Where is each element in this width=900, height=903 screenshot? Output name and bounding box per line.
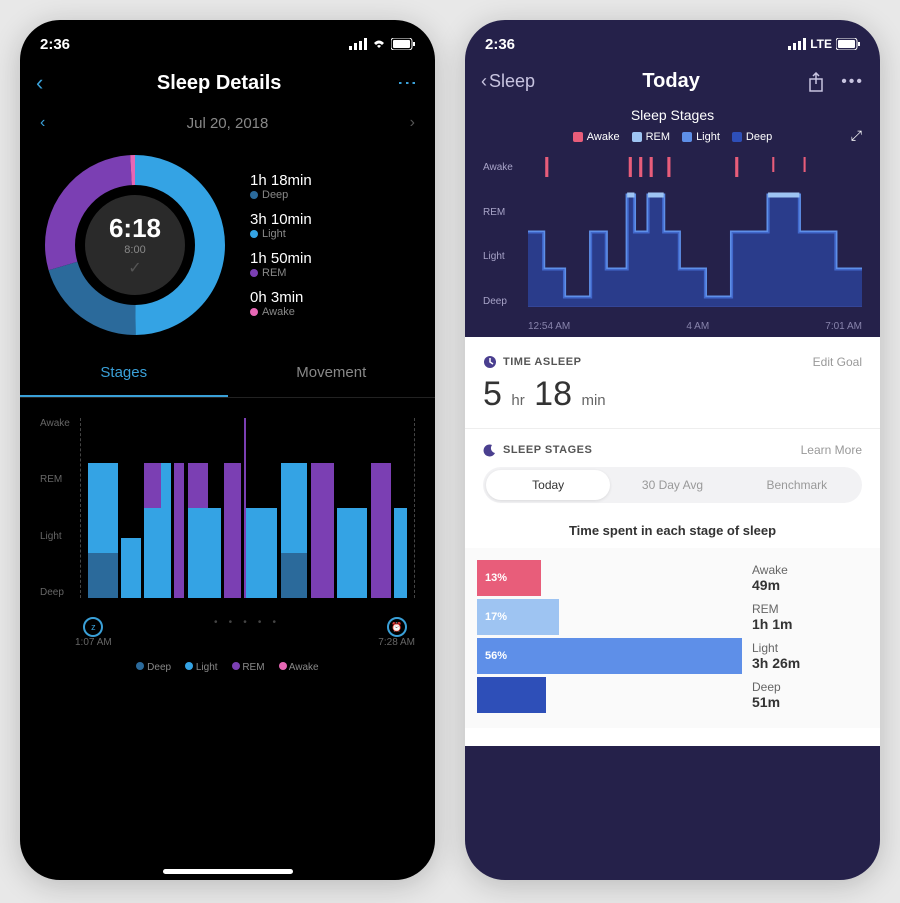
signal-icon (349, 38, 367, 50)
clock-icon (483, 355, 497, 369)
chart-bars (80, 418, 415, 598)
y-axis: Awake REM Light Deep (483, 157, 513, 307)
stage-bars: 13% Awake49m 17% REM1h 1m 56% Light3h 26… (465, 548, 880, 728)
legend-rem: 1h 50min REM (250, 250, 312, 279)
status-icons: LTE (788, 37, 860, 51)
prev-day-button[interactable]: ‹ (40, 114, 45, 132)
date-label: Jul 20, 2018 (187, 115, 269, 132)
sleep-stages-label: SLEEP STAGES (483, 443, 592, 457)
back-button[interactable]: ‹Sleep (481, 71, 535, 92)
time-asleep-value: 5 hr 18 min (483, 369, 862, 428)
legend-light: 3h 10min Light (250, 211, 312, 240)
header: ‹ Sleep Details ⋮ (20, 60, 435, 106)
phone-garmin: 2:36 ‹ Sleep Details ⋮ ‹ Jul 20, 2018 › … (20, 20, 435, 880)
next-day-button[interactable]: › (410, 114, 415, 132)
wifi-icon (371, 38, 387, 50)
phone-fitbit: 2:36 LTE ‹Sleep Today ••• Sleep Stages A… (465, 20, 880, 880)
page-title: Today (535, 70, 807, 93)
dot-icon (250, 191, 258, 199)
back-button[interactable]: ‹ (36, 70, 43, 96)
bar-icon (477, 677, 546, 713)
stage-row-awake: 13% Awake49m (477, 560, 868, 596)
status-bar: 2:36 LTE (465, 20, 880, 60)
sleep-end-icon: ⏰ (387, 617, 407, 637)
chart-legend: Awake REM Light Deep (465, 127, 880, 147)
status-time: 2:36 (40, 36, 70, 53)
stage-row-light: 56% Light3h 26m (477, 638, 868, 674)
chart-legend: Deep Light REM Awake (20, 662, 435, 673)
donut-center: 6:18 8:00 ✓ (85, 195, 185, 295)
donut-section: 6:18 8:00 ✓ 1h 18min Deep 3h 10min Light… (20, 140, 435, 350)
tab-stages[interactable]: Stages (20, 350, 228, 397)
expand-icon[interactable]: ⤢ (851, 127, 862, 144)
sleep-goal: 8:00 (124, 244, 145, 256)
pill-tabs: Today 30 Day Avg Benchmark (483, 467, 862, 503)
status-bar: 2:36 (20, 20, 435, 60)
pill-today[interactable]: Today (486, 470, 610, 500)
status-icons (349, 38, 415, 50)
signal-icon (788, 38, 806, 50)
date-nav: ‹ Jul 20, 2018 › (20, 106, 435, 140)
dot-icon (250, 269, 258, 277)
learn-more-link[interactable]: Learn More (801, 443, 862, 457)
hypnogram[interactable]: ⤢ Awake REM Light Deep 12:54 AM (483, 157, 862, 337)
sleep-start-icon: z (83, 617, 103, 637)
more-button[interactable]: ⋮ (395, 73, 419, 93)
x-axis: z1:07 AM • • • • • ⏰7:28 AM (75, 617, 415, 648)
bar-icon: 17% (477, 599, 559, 635)
total-sleep: 6:18 (109, 213, 161, 244)
time-asleep-label: TIME ASLEEP (483, 355, 581, 369)
more-button[interactable]: ••• (841, 73, 864, 91)
stage-row-deep: Deep51m (477, 677, 868, 713)
network-label: LTE (810, 37, 832, 51)
page-title: Sleep Details (43, 72, 395, 95)
chart-title: Sleep Stages (465, 103, 880, 127)
stage-subtitle: Time spent in each stage of sleep (483, 513, 862, 548)
header: ‹Sleep Today ••• (465, 60, 880, 103)
donut-legend: 1h 18min Deep 3h 10min Light 1h 50min RE… (250, 172, 312, 318)
moon-icon (483, 443, 497, 457)
x-axis: 12:54 AM 4 AM 7:01 AM (528, 321, 862, 332)
battery-icon (391, 38, 415, 50)
hypno-plot (528, 157, 862, 307)
legend-deep: 1h 18min Deep (250, 172, 312, 201)
home-indicator[interactable] (163, 869, 293, 874)
status-time: 2:36 (485, 36, 515, 53)
stage-row-rem: 17% REM1h 1m (477, 599, 868, 635)
stages-chart[interactable]: Awake REM Light Deep z1:07 AM • (20, 398, 435, 678)
y-axis: Awake REM Light Deep (40, 418, 70, 598)
bar-icon: 13% (477, 560, 541, 596)
battery-icon (836, 38, 860, 50)
pill-benchmark[interactable]: Benchmark (735, 470, 859, 500)
check-icon: ✓ (128, 258, 141, 278)
edit-goal-link[interactable]: Edit Goal (813, 355, 862, 369)
tabs: Stages Movement (20, 350, 435, 398)
details-section: TIME ASLEEP Edit Goal 5 hr 18 min SLEEP … (465, 337, 880, 746)
tab-movement[interactable]: Movement (228, 350, 436, 397)
donut-chart[interactable]: 6:18 8:00 ✓ (40, 150, 230, 340)
bar-icon: 56% (477, 638, 742, 674)
pill-30day[interactable]: 30 Day Avg (610, 470, 734, 500)
share-icon[interactable] (807, 72, 825, 92)
dot-icon (250, 230, 258, 238)
legend-awake: 0h 3min Awake (250, 289, 312, 318)
dot-icon (250, 308, 258, 316)
